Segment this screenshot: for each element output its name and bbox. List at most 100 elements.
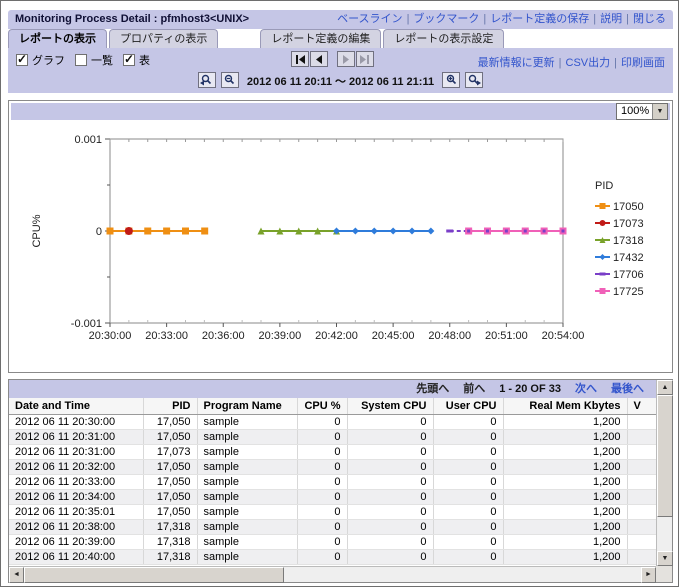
column-header-7[interactable]: V	[627, 398, 656, 414]
table-cell: 17,050	[143, 474, 197, 489]
table-cell: sample	[197, 519, 297, 534]
pagination-range: 1 - 20 OF 33	[499, 383, 561, 395]
range-zoom-out-button[interactable]	[221, 72, 239, 88]
table-cell: 0	[347, 489, 433, 504]
header-link-0[interactable]: ベースライン	[337, 13, 402, 25]
toolbar-link-0[interactable]: 最新情報に更新	[478, 57, 555, 69]
header-link-3[interactable]: 説明	[600, 13, 622, 25]
table-cell: 1,200	[503, 504, 627, 519]
table-cell: 1,200	[503, 519, 627, 534]
chevron-down-icon[interactable]: ▼	[652, 104, 667, 119]
table-cell	[627, 549, 656, 564]
table-cell: 2012 06 11 20:31:00	[9, 429, 143, 444]
svg-text:20:48:00: 20:48:00	[428, 330, 471, 342]
vertical-scroll-thumb[interactable]	[657, 395, 673, 517]
column-header-6[interactable]: Real Mem Kbytes	[503, 398, 627, 414]
checkbox-2[interactable]: 表	[123, 55, 150, 67]
table-row: 2012 06 11 20:38:0017,318sample0001,200	[9, 519, 656, 534]
go-prev-button[interactable]	[310, 51, 328, 67]
column-header-4[interactable]: System CPU	[347, 398, 433, 414]
svg-text:PID: PID	[595, 180, 613, 192]
table-cell: 2012 06 11 20:31:00	[9, 444, 143, 459]
tab-1[interactable]: プロパティの表示	[109, 29, 218, 48]
table-cell: 2012 06 11 20:34:00	[9, 489, 143, 504]
go-last-icon	[360, 55, 371, 64]
svg-text:17432: 17432	[613, 252, 644, 264]
checkbox-0[interactable]: グラフ	[16, 55, 65, 67]
table-cell: 2012 06 11 20:32:00	[9, 459, 143, 474]
table-cell: 17,073	[143, 444, 197, 459]
table-cell: 2012 06 11 20:39:00	[9, 534, 143, 549]
checkbox-2-box[interactable]	[123, 54, 135, 66]
column-header-1[interactable]: PID	[143, 398, 197, 414]
table-cell: sample	[197, 429, 297, 444]
svg-text:0: 0	[96, 226, 102, 238]
svg-text:20:30:00: 20:30:00	[89, 330, 132, 342]
header-link-2[interactable]: レポート定義の保存	[490, 13, 589, 25]
go-first-button[interactable]	[291, 51, 309, 67]
vertical-scrollbar[interactable]: ▲ ▼	[656, 380, 672, 566]
link-separator: |	[479, 13, 490, 25]
scroll-left-icon[interactable]: ◄	[9, 567, 24, 583]
scroll-up-icon[interactable]: ▲	[657, 380, 673, 395]
table-cell: sample	[197, 459, 297, 474]
report-table: Date and TimePIDProgram NameCPU %System …	[9, 398, 656, 565]
table-cell: 17,050	[143, 414, 197, 429]
scroll-right-icon[interactable]: ►	[641, 567, 656, 583]
tab-bar: レポートの表示プロパティの表示レポート定義の編集レポートの表示設定 2012 0…	[8, 29, 673, 48]
svg-text:17706: 17706	[613, 269, 644, 281]
column-header-5[interactable]: User CPU	[433, 398, 503, 414]
table-cell: 0	[297, 489, 347, 504]
toolbar-link-2[interactable]: 印刷画面	[621, 57, 665, 69]
horizontal-scrollbar[interactable]: ◄ ►	[9, 566, 656, 582]
table-cell: sample	[197, 474, 297, 489]
table-cell	[627, 414, 656, 429]
tab-0[interactable]: レポートの表示	[8, 29, 107, 48]
table-cell: 0	[347, 444, 433, 459]
scroll-down-icon[interactable]: ▼	[657, 551, 673, 566]
pagination-last[interactable]: 最後へ	[611, 383, 644, 395]
svg-text:17318: 17318	[613, 235, 644, 247]
table-cell: 0	[297, 414, 347, 429]
horizontal-scroll-thumb[interactable]	[24, 567, 284, 583]
table-cell: 1,200	[503, 549, 627, 564]
chart-area: 0.0010-0.00120:30:0020:33:0020:36:0020:3…	[10, 123, 671, 374]
table-cell: 0	[347, 429, 433, 444]
link-separator: |	[622, 13, 633, 25]
table-cell: 1,200	[503, 534, 627, 549]
column-header-0[interactable]: Date and Time	[9, 398, 143, 414]
svg-text:20:33:00: 20:33:00	[145, 330, 188, 342]
checkbox-1[interactable]: 一覧	[75, 55, 113, 67]
table-cell: 0	[433, 459, 503, 474]
table-cell: 0	[433, 504, 503, 519]
tab-3[interactable]: レポートの表示設定	[383, 29, 504, 48]
table-cell: 0	[433, 534, 503, 549]
range-move-left-button[interactable]	[198, 72, 216, 88]
table-cell: 0	[347, 414, 433, 429]
page-title: Monitoring Process Detail : pfmhost3<UNI…	[15, 10, 249, 29]
range-zoom-in-button[interactable]	[442, 72, 460, 88]
header-link-4[interactable]: 閉じる	[633, 13, 666, 25]
pagination-next[interactable]: 次へ	[575, 383, 597, 395]
checkbox-1-box[interactable]	[75, 54, 87, 66]
header-link-1[interactable]: ブックマーク	[413, 13, 479, 25]
range-move-right-button[interactable]	[465, 72, 483, 88]
table-cell: 0	[347, 459, 433, 474]
graph-panel: 100% ▼ 0.0010-0.00120:30:0020:33:0020:36…	[8, 100, 673, 373]
toolbar-links: 最新情報に更新|CSV出力|印刷画面	[478, 54, 665, 70]
table-cell: 0	[297, 459, 347, 474]
link-separator: |	[610, 57, 621, 69]
table-cell: 0	[347, 549, 433, 564]
time-nav-buttons	[291, 51, 375, 70]
report-toolbar: グラフ一覧表 最新情報に更新|CSV出力|印刷画面 2012 06 11 20:…	[8, 48, 673, 93]
column-header-3[interactable]: CPU %	[297, 398, 347, 414]
view-checkboxes: グラフ一覧表	[16, 52, 160, 68]
graph-zoom-select[interactable]: 100% ▼	[616, 103, 668, 120]
graph-zoom-value: 100%	[621, 105, 649, 117]
table-cell: 0	[433, 474, 503, 489]
tab-2[interactable]: レポート定義の編集	[260, 29, 381, 48]
table-cell: sample	[197, 534, 297, 549]
column-header-2[interactable]: Program Name	[197, 398, 297, 414]
checkbox-0-box[interactable]	[16, 54, 28, 66]
toolbar-link-1[interactable]: CSV出力	[566, 57, 611, 69]
